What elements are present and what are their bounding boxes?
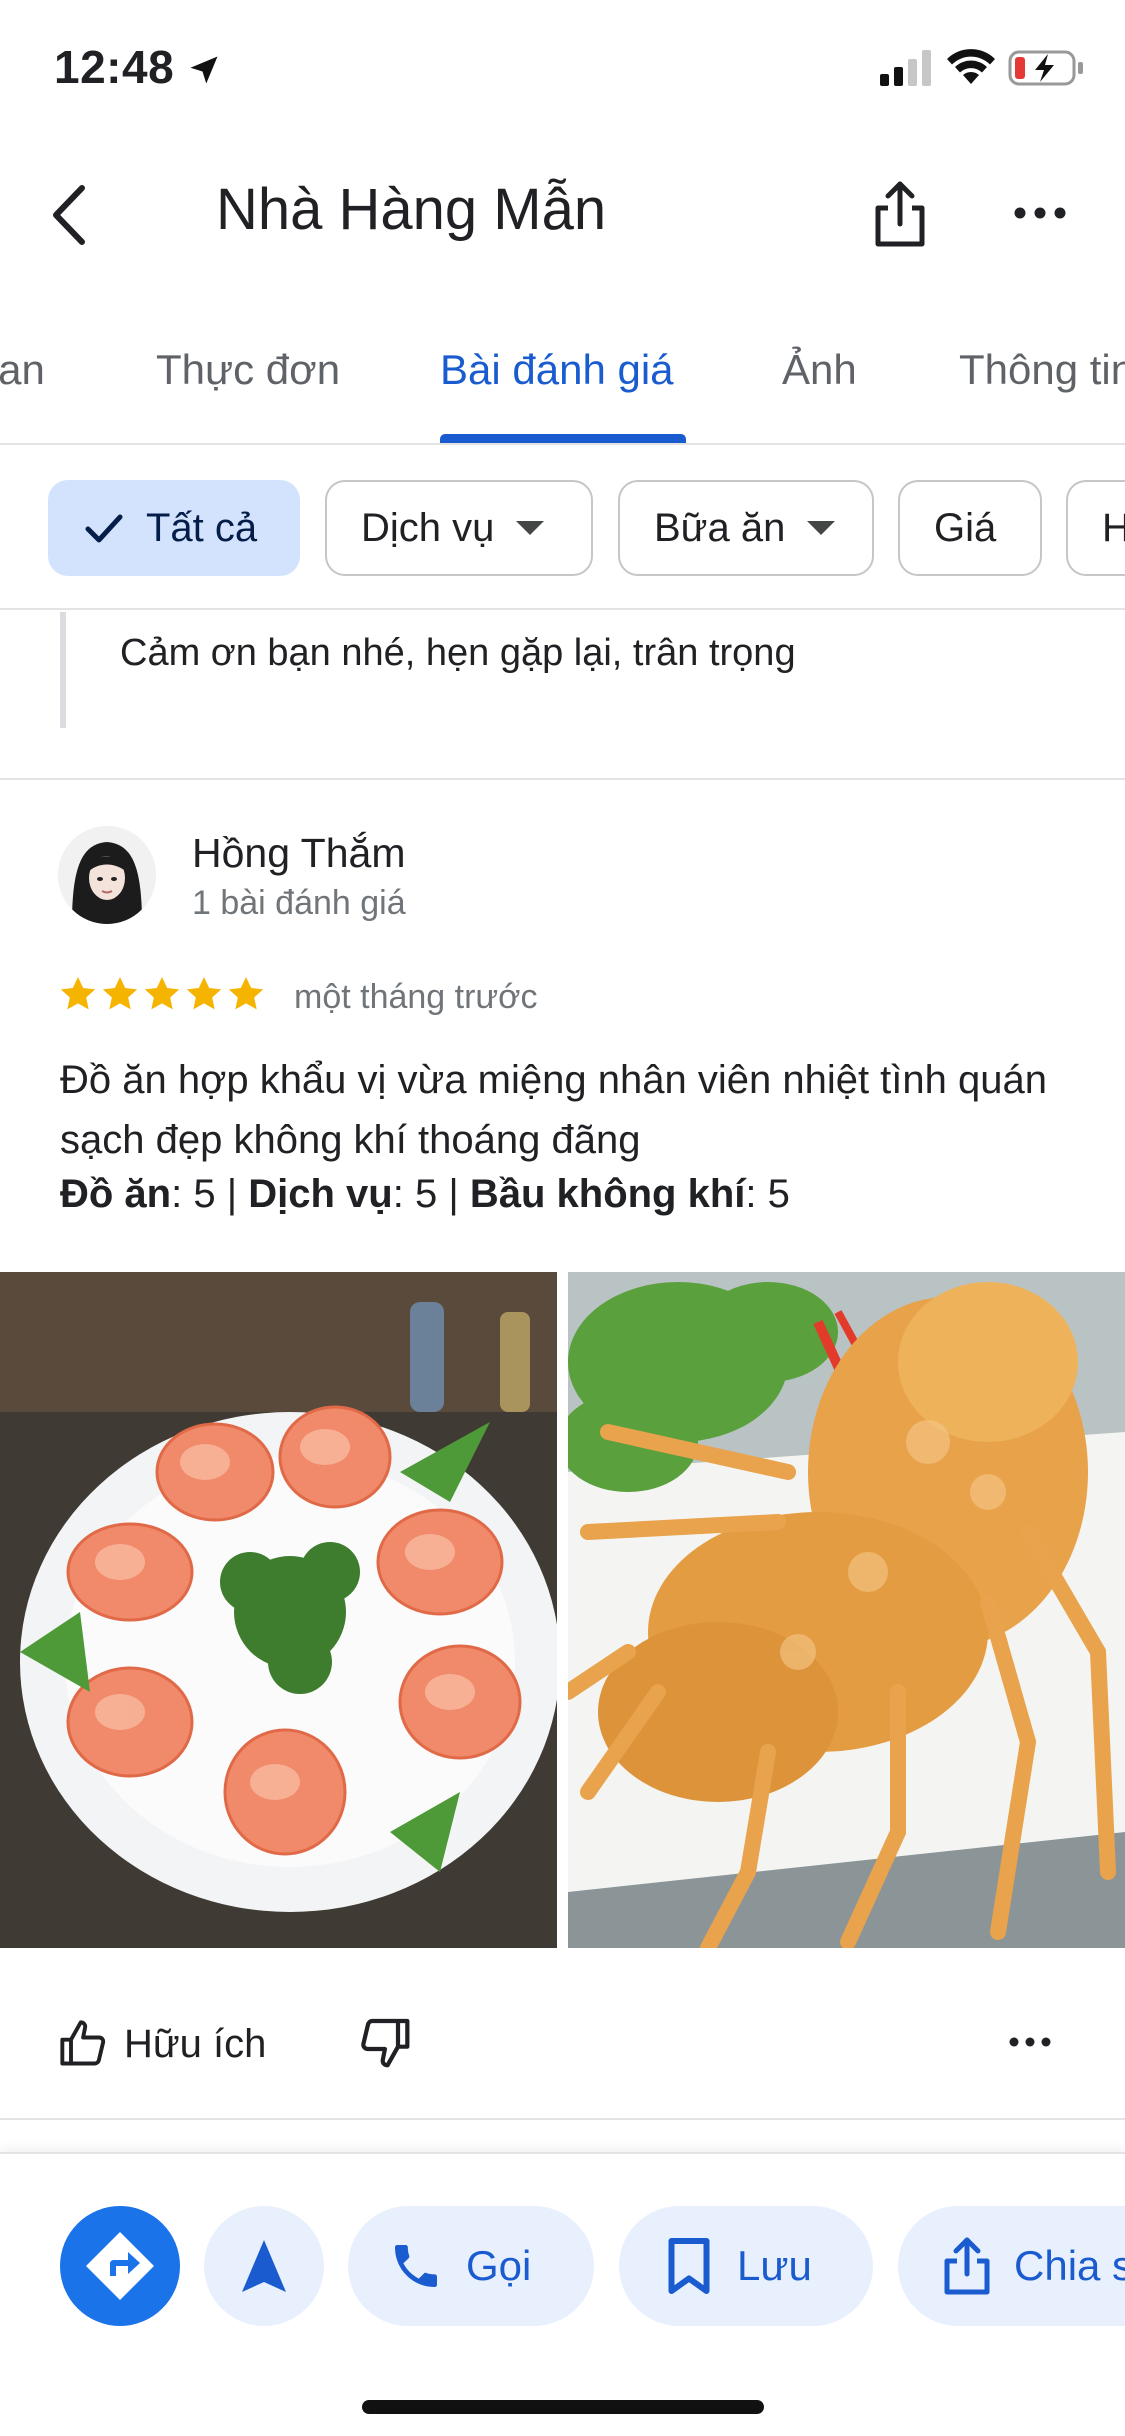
dropdown-arrow-icon [516, 521, 545, 535]
filter-chip-all[interactable]: Tất cả [48, 480, 300, 576]
more-options-icon[interactable] [1010, 198, 1070, 228]
rating-food-value: 5 [193, 1172, 216, 1216]
star-icon [228, 977, 264, 1010]
helpful-label: Hữu ích [124, 2021, 267, 2066]
star-icon [186, 977, 222, 1010]
filter-chip-label: Bữa ăn [654, 505, 786, 550]
share-icon [944, 2237, 990, 2295]
active-tab-indicator [440, 434, 686, 443]
filter-chip-label: H [1102, 506, 1125, 551]
page-title: Nhà Hàng Mẫn [216, 177, 607, 242]
reviewer-review-count: 1 bài đánh giá [192, 884, 406, 922]
wifi-icon [947, 49, 995, 84]
share-place-button[interactable]: Chia sẻ [898, 2206, 1125, 2326]
filter-chips: Tất cả Dịch vụ Bữa ăn Giá H [0, 445, 1125, 610]
filter-chip-label: Tất cả [146, 505, 258, 550]
tab-menu[interactable]: Thực đơn [156, 346, 340, 394]
rating-food-label: Đồ ăn [60, 1172, 172, 1216]
rating-atmosphere-label: Bầu không khí [469, 1172, 746, 1216]
bookmark-icon [668, 2238, 710, 2294]
save-label: Lưu [737, 2242, 812, 2289]
filter-chip-label: Dịch vụ [361, 505, 495, 550]
review-photo-shrimp[interactable] [0, 1272, 557, 1948]
rating-atmosphere-value: 5 [767, 1172, 790, 1216]
divider [0, 2118, 1125, 2120]
share-icon[interactable] [868, 178, 932, 250]
rating-service-label: Dịch vụ [248, 1172, 393, 1216]
review-more-options-icon[interactable] [1008, 2030, 1052, 2054]
filter-chip-service[interactable]: Dịch vụ [325, 480, 593, 576]
navigation-arrow-icon [242, 2240, 286, 2292]
star-icon [60, 977, 96, 1010]
checkmark-icon [85, 514, 123, 543]
star-rating [58, 974, 266, 1014]
filter-chip-price[interactable]: Giá [898, 480, 1042, 576]
star-icon [144, 977, 180, 1010]
directions-button[interactable] [60, 2206, 180, 2326]
filter-chip-more[interactable]: H [1066, 480, 1125, 576]
divider [0, 778, 1125, 780]
review-photo-lobster[interactable] [568, 1272, 1125, 1948]
thumbs-up-icon [60, 2020, 106, 2066]
helpful-button[interactable]: Hữu ích [58, 2014, 266, 2074]
save-button[interactable]: Lưu [619, 2206, 873, 2326]
directions-icon [86, 2232, 154, 2300]
review-text: Đồ ăn hợp khẩu vị vừa miệng nhân viên nh… [60, 1058, 1047, 1162]
tab-about[interactable]: Thông tin [959, 346, 1125, 394]
tab-reviews[interactable]: Bài đánh giá [440, 346, 674, 394]
cellular-signal-icon [880, 50, 931, 86]
home-indicator [362, 2400, 764, 2414]
review-sub-ratings: Đồ ăn: 5 | Dịch vụ: 5 | Bầu không khí: 5 [60, 1172, 790, 1216]
tab-bar: Tổng quan Thực đơn Bài đánh giá Ảnh Thôn… [0, 310, 1125, 445]
filter-chip-meal[interactable]: Bữa ăn [618, 480, 874, 576]
call-button[interactable]: Gọi [348, 2206, 594, 2326]
call-label: Gọi [466, 2242, 532, 2289]
status-bar: 12:48 [0, 0, 1125, 140]
tab-photos[interactable]: Ảnh [782, 346, 857, 394]
header: Nhà Hàng Mẫn [0, 140, 1125, 290]
share-label: Chia sẻ [1014, 2242, 1125, 2289]
owner-reply: Cảm ơn bạn nhé, hẹn gặp lại, trân trọng [60, 612, 1125, 728]
star-icon [102, 977, 138, 1010]
rating-service-value: 5 [414, 1172, 438, 1216]
location-arrow-icon [190, 56, 218, 84]
owner-reply-text: Cảm ơn bạn nhé, hẹn gặp lại, trân trọng [120, 632, 796, 674]
battery-charging-icon [1008, 50, 1083, 86]
filter-chip-label: Giá [934, 505, 997, 550]
reviewer-name[interactable]: Hồng Thắm [192, 830, 405, 877]
back-arrow-icon[interactable] [42, 180, 102, 250]
thumbs-down-icon[interactable] [356, 2014, 412, 2070]
dropdown-arrow-icon [807, 521, 836, 535]
bottom-action-bar: Gọi Lưu Chia sẻ [0, 2152, 1125, 2436]
phone-icon [395, 2245, 437, 2287]
avatar[interactable] [58, 826, 156, 924]
review-time: một tháng trước [294, 978, 538, 1016]
status-time: 12:48 [54, 41, 175, 93]
start-navigation-button[interactable] [204, 2206, 324, 2326]
tab-overview[interactable]: Tổng quan [0, 346, 45, 394]
